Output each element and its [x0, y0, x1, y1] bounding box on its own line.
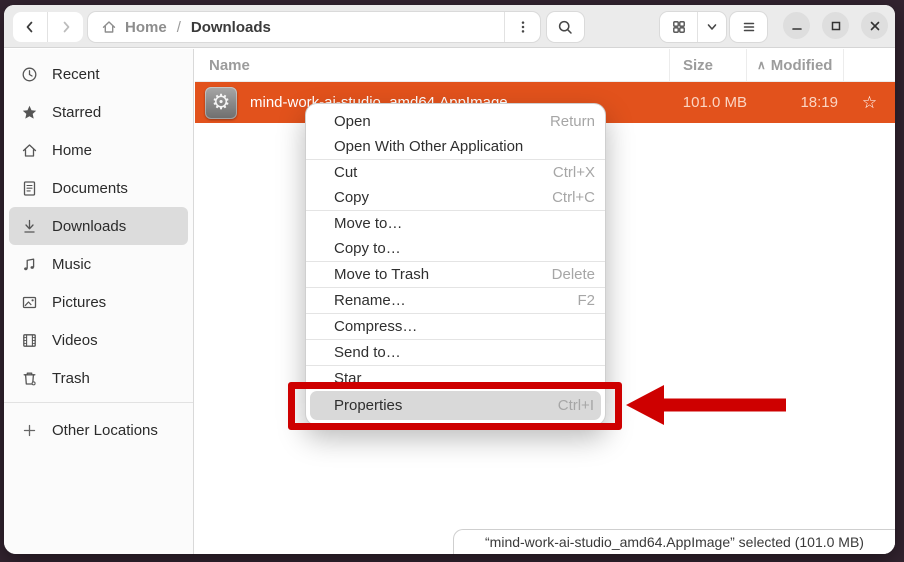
minimize-icon [791, 20, 803, 32]
sidebar-item-music[interactable]: Music [9, 245, 188, 283]
forward-button[interactable] [48, 12, 83, 42]
menu-item-send-to[interactable]: Send to… [306, 340, 605, 365]
view-toggle-group [660, 12, 726, 42]
menu-item-cut[interactable]: Cut Ctrl+X [306, 160, 605, 185]
hamburger-icon [741, 19, 757, 35]
sidebar-item-label: Starred [52, 104, 101, 121]
sidebar-item-label: Videos [52, 332, 98, 349]
chevron-right-icon [58, 19, 74, 35]
sidebar-item-home[interactable]: Home [9, 131, 188, 169]
sidebar-item-trash[interactable]: Trash [9, 359, 188, 397]
search-icon [557, 19, 574, 36]
maximize-button[interactable] [822, 12, 849, 39]
menu-item-move-to[interactable]: Move to… [306, 211, 605, 236]
list-header: Name Size ∧ Modified [195, 49, 895, 82]
sidebar-item-downloads[interactable]: Downloads [9, 207, 188, 245]
sidebar-item-recent[interactable]: Recent [9, 55, 188, 93]
sidebar: Recent Starred Home Documents [4, 49, 194, 554]
appimage-file-icon: ⚙ [205, 87, 237, 119]
grid-view-button[interactable] [660, 12, 698, 42]
gear-icon: ⚙ [212, 90, 231, 115]
selection-status-bar: “mind-work-ai-studio_amd64.AppImage” sel… [453, 529, 895, 554]
annotation-red-arrow-icon [626, 384, 786, 426]
sidebar-item-label: Recent [52, 66, 100, 83]
close-icon [869, 20, 881, 32]
sidebar-item-starred[interactable]: Starred [9, 93, 188, 131]
download-icon [21, 218, 38, 235]
sidebar-item-label: Trash [52, 370, 90, 387]
nav-button-group [13, 12, 83, 42]
file-size-cell: 101.0 MB [670, 94, 747, 111]
breadcrumb-current[interactable]: Downloads [191, 19, 271, 36]
column-header-modified[interactable]: ∧ Modified [747, 49, 844, 81]
sidebar-item-videos[interactable]: Videos [9, 321, 188, 359]
picture-icon [21, 294, 38, 311]
sidebar-item-label: Other Locations [52, 422, 158, 439]
sidebar-item-label: Music [52, 256, 91, 273]
music-note-icon [21, 256, 38, 273]
hamburger-menu-button[interactable] [730, 12, 767, 42]
context-menu: Open Return Open With Other Application … [305, 103, 606, 426]
grid-view-icon [671, 19, 687, 35]
sidebar-item-other-locations[interactable]: Other Locations [9, 411, 188, 449]
film-icon [21, 332, 38, 349]
menu-item-copy[interactable]: Copy Ctrl+C [306, 185, 605, 210]
sidebar-item-label: Downloads [52, 218, 126, 235]
sidebar-separator [4, 402, 193, 403]
breadcrumb-root[interactable]: Home [125, 19, 167, 36]
star-icon [21, 104, 38, 121]
chevron-left-icon [22, 19, 38, 35]
trash-icon [21, 370, 38, 387]
menu-item-rename[interactable]: Rename… F2 [306, 288, 605, 313]
plus-icon [21, 422, 38, 439]
breadcrumb-separator: / [177, 19, 181, 36]
document-icon [21, 180, 38, 197]
clock-icon [21, 66, 38, 83]
menu-item-copy-to[interactable]: Copy to… [306, 236, 605, 261]
kebab-menu-icon [515, 19, 531, 35]
column-header-name[interactable]: Name [195, 49, 670, 81]
menu-item-compress[interactable]: Compress… [306, 314, 605, 339]
sidebar-item-label: Pictures [52, 294, 106, 311]
menu-item-open[interactable]: Open Return [306, 109, 605, 134]
sidebar-item-label: Home [52, 142, 92, 159]
menu-item-open-with-other-application[interactable]: Open With Other Application [306, 134, 605, 159]
column-header-star [844, 49, 895, 81]
sidebar-item-pictures[interactable]: Pictures [9, 283, 188, 321]
path-options-button[interactable] [504, 12, 540, 42]
maximize-icon [830, 20, 842, 32]
sidebar-item-label: Documents [52, 180, 128, 197]
home-icon [101, 19, 117, 35]
home-icon [21, 142, 38, 159]
headerbar: Home / Downloads [4, 5, 895, 48]
minimize-button[interactable] [783, 12, 810, 39]
file-star-toggle[interactable]: ☆ [844, 93, 895, 113]
sidebar-item-documents[interactable]: Documents [9, 169, 188, 207]
breadcrumb[interactable]: Home / Downloads [88, 12, 540, 42]
file-modified-cell: 18:19 [747, 94, 844, 111]
close-button[interactable] [861, 12, 888, 39]
chevron-down-icon [705, 20, 719, 34]
menu-item-move-to-trash[interactable]: Move to Trash Delete [306, 262, 605, 287]
search-button[interactable] [547, 12, 584, 42]
column-header-size[interactable]: Size [670, 49, 747, 81]
annotation-red-box [288, 382, 622, 430]
sort-ascending-icon: ∧ [757, 58, 766, 72]
back-button[interactable] [13, 12, 48, 42]
view-options-dropdown[interactable] [698, 12, 726, 42]
desktop-backdrop: Home / Downloads [0, 0, 904, 562]
selection-status-text: “mind-work-ai-studio_amd64.AppImage” sel… [485, 534, 864, 550]
